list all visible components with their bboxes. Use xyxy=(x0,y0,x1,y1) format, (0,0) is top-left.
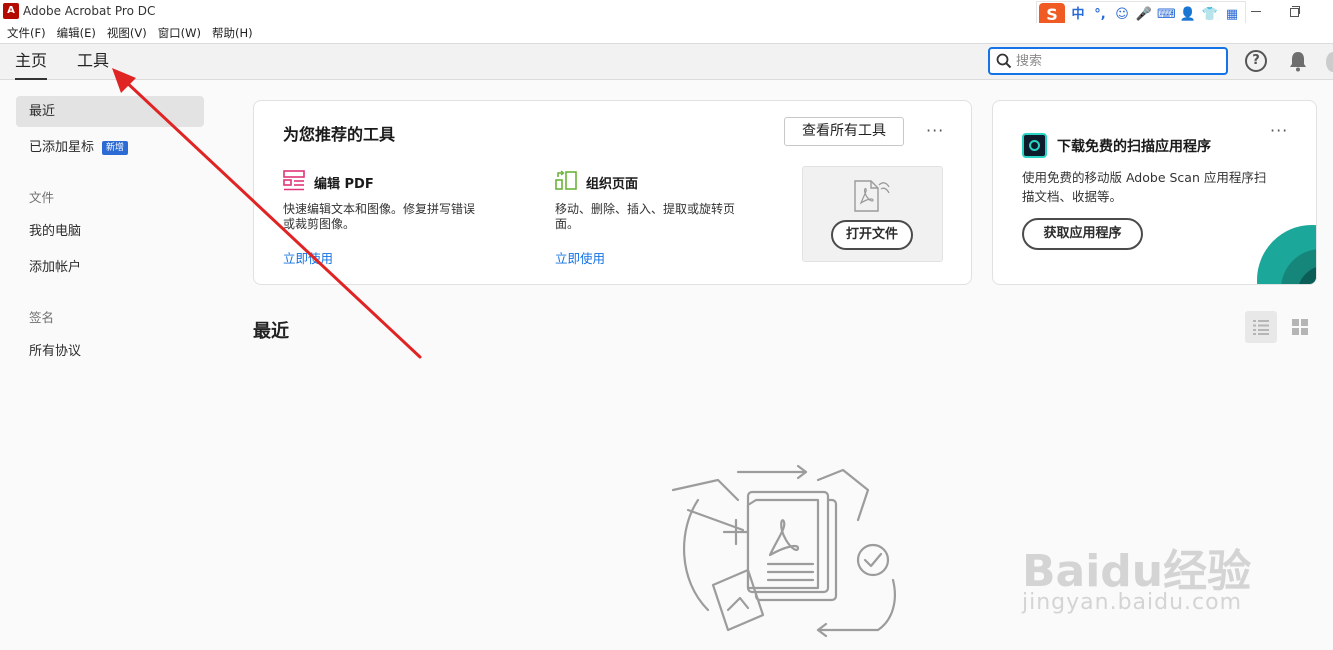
organize-pages-desc-line2: 面。 xyxy=(555,217,580,231)
tab-home[interactable]: 主页 xyxy=(15,50,48,80)
scan-more-options-icon[interactable]: ··· xyxy=(1270,121,1288,140)
edit-pdf-title: 编辑 PDF xyxy=(314,177,374,192)
organize-pages-use-now-link[interactable]: 立即使用 xyxy=(555,248,605,267)
sidebar-item-label: 添加帐户 xyxy=(29,260,82,275)
edit-pdf-desc-line2: 或裁剪图像。 xyxy=(283,217,356,231)
search-input[interactable] xyxy=(1016,52,1216,70)
scan-title: 下载免费的扫描应用程序 xyxy=(1057,139,1211,155)
recent-section-title: 最近 xyxy=(253,321,289,342)
new-badge: 新增 xyxy=(102,141,129,155)
organize-pages-desc: 移动、删除、插入、提取或旋转页 面。 xyxy=(555,202,735,232)
sidebar-item-recent[interactable]: 最近 xyxy=(16,96,204,127)
scan-desc-line2: 描文档、收据等。 xyxy=(1022,189,1123,204)
baidu-watermark-url: jingyan.baidu.com xyxy=(1022,590,1243,615)
sidebar-item-label: 我的电脑 xyxy=(29,224,82,239)
view-all-tools-button[interactable]: 查看所有工具 xyxy=(784,117,904,146)
minimize-button[interactable] xyxy=(1244,2,1268,20)
recommended-tools-card: 为您推荐的工具 查看所有工具 ··· 编辑 PDF 快速编辑文本和图像。修复拼写… xyxy=(253,100,972,285)
sidebar-item-label: 所有协议 xyxy=(29,344,82,359)
edit-pdf-icon xyxy=(283,170,305,191)
acrobat-logo-icon: A xyxy=(3,3,19,19)
ime-keyboard-icon[interactable]: ⌨ xyxy=(1157,6,1176,24)
sidebar-item-label: 已添加星标 xyxy=(29,140,95,155)
ime-emoji-icon[interactable]: ☺ xyxy=(1113,6,1131,24)
sidebar-item-add-account[interactable]: 添加帐户 xyxy=(16,252,204,283)
menu-edit[interactable]: 编辑(E) xyxy=(57,23,96,43)
organize-pages-title: 组织页面 xyxy=(586,177,639,192)
left-sidebar: 最近 已添加星标 新增 文件 我的电脑 添加帐户 签名 所有协议 xyxy=(0,80,220,650)
pdf-document-icon xyxy=(854,180,890,212)
grid-view-icon[interactable] xyxy=(1290,317,1310,337)
menu-help[interactable]: 帮助(H) xyxy=(212,23,253,43)
organize-pages-desc-line1: 移动、删除、插入、提取或旋转页 xyxy=(555,202,736,216)
search-icon xyxy=(996,53,1012,69)
ime-toolbox-icon[interactable]: ▦ xyxy=(1223,6,1241,24)
edit-pdf-desc: 快速编辑文本和图像。修复拼写错误 或裁剪图像。 xyxy=(283,202,475,232)
menu-file[interactable]: 文件(F) xyxy=(7,23,46,43)
edit-pdf-desc-line1: 快速编辑文本和图像。修复拼写错误 xyxy=(283,202,476,216)
ime-chinese-mode-icon[interactable]: 中 xyxy=(1069,6,1087,24)
more-options-icon[interactable]: ··· xyxy=(926,121,944,140)
scan-desc-line1: 使用免费的移动版 Adobe Scan 应用程序扫 xyxy=(1022,170,1267,185)
top-nav: 主页 工具 ? xyxy=(0,43,1333,80)
profile-avatar[interactable] xyxy=(1326,52,1333,72)
menu-view[interactable]: 视图(V) xyxy=(107,23,147,43)
open-file-button[interactable]: 打开文件 xyxy=(831,220,913,250)
list-view-icon xyxy=(1253,320,1269,335)
edit-pdf-use-now-link[interactable]: 立即使用 xyxy=(283,248,333,267)
restore-button[interactable] xyxy=(1284,2,1304,20)
sidebar-section-sign: 签名 xyxy=(29,310,55,325)
organize-pages-icon xyxy=(555,170,577,190)
get-app-button[interactable]: 获取应用程序 xyxy=(1022,218,1143,250)
help-icon[interactable]: ? xyxy=(1245,50,1267,72)
search-field[interactable] xyxy=(988,47,1228,75)
list-view-button[interactable] xyxy=(1245,311,1277,343)
sidebar-item-label: 最近 xyxy=(29,104,56,119)
adobe-scan-card: 下载免费的扫描应用程序 ··· 使用免费的移动版 Adobe Scan 应用程序… xyxy=(992,100,1317,285)
tab-tools[interactable]: 工具 xyxy=(77,50,109,72)
sidebar-item-all-agreements[interactable]: 所有协议 xyxy=(16,336,204,367)
open-file-panel[interactable]: 打开文件 xyxy=(802,166,943,262)
menu-bar: 文件(F) 编辑(E) 视图(V) 窗口(W) 帮助(H) xyxy=(0,23,1333,43)
adobe-scan-icon xyxy=(1022,133,1047,158)
ime-user-icon[interactable]: 👤 xyxy=(1179,6,1197,24)
window-title: Adobe Acrobat Pro DC xyxy=(23,4,156,18)
ime-voice-icon[interactable]: 🎤 xyxy=(1135,6,1153,24)
scan-desc: 使用免费的移动版 Adobe Scan 应用程序扫 描文档、收据等。 xyxy=(1022,168,1266,206)
ime-punctuation-icon[interactable]: °, xyxy=(1091,6,1109,24)
menu-window[interactable]: 窗口(W) xyxy=(158,23,201,43)
sidebar-item-my-computer[interactable]: 我的电脑 xyxy=(16,216,204,247)
sidebar-item-starred[interactable]: 已添加星标 新增 xyxy=(16,132,204,163)
empty-recent-illustration xyxy=(671,464,896,638)
bell-icon[interactable] xyxy=(1288,50,1308,72)
ime-skin-icon[interactable]: 👕 xyxy=(1201,6,1219,24)
recommended-title: 为您推荐的工具 xyxy=(283,125,396,144)
sidebar-section-files: 文件 xyxy=(29,190,55,205)
